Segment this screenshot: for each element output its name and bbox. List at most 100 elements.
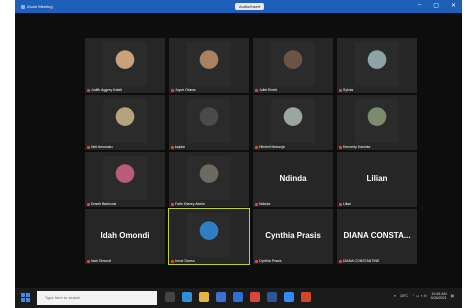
- window-title: Zoom Meeting: [27, 4, 53, 9]
- zoom-app-icon: [21, 4, 25, 9]
- word-icon[interactable]: [267, 292, 277, 302]
- participant-video: [187, 156, 231, 200]
- mic-muted-icon: [87, 202, 90, 206]
- powerpoint-icon[interactable]: [301, 292, 311, 302]
- mic-muted-icon: [255, 202, 258, 206]
- mic-muted-icon: [339, 259, 342, 263]
- participant-label: Cynthia Prasis: [255, 259, 282, 263]
- participant-name: Ndinda: [259, 202, 271, 206]
- participant-name: Kennedy Kaninke: [343, 145, 371, 149]
- participant-video: [355, 42, 399, 86]
- clock[interactable]: 10:48 AM 9/28/2021: [431, 292, 447, 300]
- mic-muted-icon: [339, 202, 342, 206]
- participant-tile[interactable]: Faith Kilarey Akello: [169, 152, 249, 207]
- participant-display-name: Lilian: [366, 174, 388, 183]
- maximize-button[interactable]: ▢: [433, 2, 439, 9]
- participant-label: Inocir Danso: [171, 259, 195, 263]
- participant-name: Doseh Barbrook: [91, 202, 117, 206]
- participant-video: [187, 99, 231, 143]
- window-center-label[interactable]: Audio/Insert: [235, 3, 265, 10]
- close-button[interactable]: ✕: [451, 2, 456, 9]
- weather-icon: ●: [393, 294, 396, 298]
- participant-label: Hitchell Mukanja: [255, 145, 285, 149]
- mic-muted-icon: [339, 88, 342, 92]
- participant-name: Hitchell Mukanja: [259, 145, 285, 149]
- tray-icons[interactable]: ⌃ ▭ ◖ ✉: [412, 294, 427, 298]
- mic-muted-icon: [255, 145, 258, 149]
- clock-date: 9/28/2021: [430, 296, 447, 300]
- participant-tile[interactable]: Hitchell Mukanja: [253, 95, 333, 150]
- participant-tile[interactable]: Idah Omondi Idah Omondi: [85, 209, 165, 264]
- participant-display-name: DIANA CONSTA...: [343, 231, 411, 240]
- notification-icon[interactable]: ▤: [451, 294, 454, 298]
- participant-label: Ndinda: [255, 202, 270, 206]
- file-explorer-icon[interactable]: [199, 292, 209, 302]
- participant-name: Idah Omondi: [91, 259, 112, 263]
- participant-video: [103, 42, 147, 86]
- participant-tile[interactable]: Joyce Oluma: [169, 38, 249, 93]
- taskbar-search-input[interactable]: Type here to search: [37, 291, 157, 305]
- minimize-button[interactable]: –: [418, 2, 421, 9]
- participant-name: Cynthia Prasis: [259, 259, 282, 263]
- participant-tile[interactable]: Cynthia Prasis Cynthia Prasis: [253, 209, 333, 264]
- participant-video: [103, 99, 147, 143]
- participant-tile[interactable]: Sylvas: [337, 38, 417, 93]
- start-button[interactable]: [21, 293, 30, 302]
- participant-video: [271, 42, 315, 86]
- participant-label: Kennedy Kaninke: [339, 145, 370, 149]
- participant-label: DIANA CONSTANTINE: [339, 259, 379, 263]
- mic-muted-icon: [87, 145, 90, 149]
- title-group: Zoom Meeting: [21, 4, 53, 9]
- mic-muted-icon: [87, 259, 90, 263]
- participant-name: Juliet Emeti: [259, 88, 278, 92]
- participant-video: [271, 99, 315, 143]
- mic-muted-icon: [255, 259, 258, 263]
- participant-name: Inocir Danso: [175, 259, 195, 263]
- participant-tile[interactable]: Lilian Lilian: [337, 152, 417, 207]
- participant-label: Judith Aggrey Kateti: [87, 88, 122, 92]
- mic-muted-icon: [255, 88, 258, 92]
- participant-tile[interactable]: Neil Amonaku: [85, 95, 165, 150]
- window-controls: – ▢ ✕: [418, 2, 456, 9]
- participant-name: Judith Aggrey Kateti: [91, 88, 123, 92]
- participant-label: Lilian: [339, 202, 351, 206]
- participant-tile[interactable]: Kennedy Kaninke: [337, 95, 417, 150]
- participant-label: Joyce Oluma: [171, 88, 195, 92]
- participant-video: [187, 213, 231, 257]
- participant-name: Sylvas: [343, 88, 354, 92]
- participant-label: Juliet Emeti: [255, 88, 277, 92]
- participant-tile[interactable]: Ndinda Ndinda: [253, 152, 333, 207]
- participant-name: Neil Amonaku: [91, 145, 113, 149]
- zoom-icon[interactable]: [284, 292, 294, 302]
- participant-tile[interactable]: DIANA CONSTA... DIANA CONSTANTINE: [337, 209, 417, 264]
- task-view-icon[interactable]: [165, 292, 175, 302]
- mic-muted-icon: [171, 202, 174, 206]
- participant-tile[interactable]: Judith Aggrey Kateti: [85, 38, 165, 93]
- participant-display-name: Idah Omondi: [100, 231, 150, 240]
- participant-tile[interactable]: Juliet Emeti: [253, 38, 333, 93]
- participant-name: Joyce Oluma: [175, 88, 196, 92]
- participant-display-name: Cynthia Prasis: [265, 231, 321, 240]
- participant-name: DIANA CONSTANTINE: [343, 259, 380, 263]
- participant-tile[interactable]: Inocir Danso: [168, 208, 250, 265]
- participant-name: kajoke: [175, 145, 186, 149]
- participant-name: Lilian: [343, 202, 352, 206]
- participant-name: Faith Kilarey Akello: [175, 202, 205, 206]
- store-icon[interactable]: [216, 292, 226, 302]
- chrome-icon[interactable]: [250, 292, 260, 302]
- mic-muted-icon: [171, 88, 174, 92]
- mic-muted-icon: [171, 259, 174, 263]
- participant-tile[interactable]: Doseh Barbrook: [85, 152, 165, 207]
- participant-tile[interactable]: kajoke: [169, 95, 249, 150]
- mic-muted-icon: [171, 145, 174, 149]
- weather-text[interactable]: 15°C: [400, 294, 408, 298]
- participant-label: Neil Amonaku: [87, 145, 113, 149]
- mail-icon[interactable]: [233, 292, 243, 302]
- edge-icon[interactable]: [182, 292, 192, 302]
- windows-taskbar: Type here to search ● 15°C ⌃ ▭ ◖ ✉ 10:48…: [15, 288, 462, 308]
- taskbar-app-icons: [165, 292, 311, 302]
- participant-label: Sylvas: [339, 88, 353, 92]
- participant-label: Doseh Barbrook: [87, 202, 116, 206]
- participant-label: kajoke: [171, 145, 185, 149]
- participant-label: Faith Kilarey Akello: [171, 202, 205, 206]
